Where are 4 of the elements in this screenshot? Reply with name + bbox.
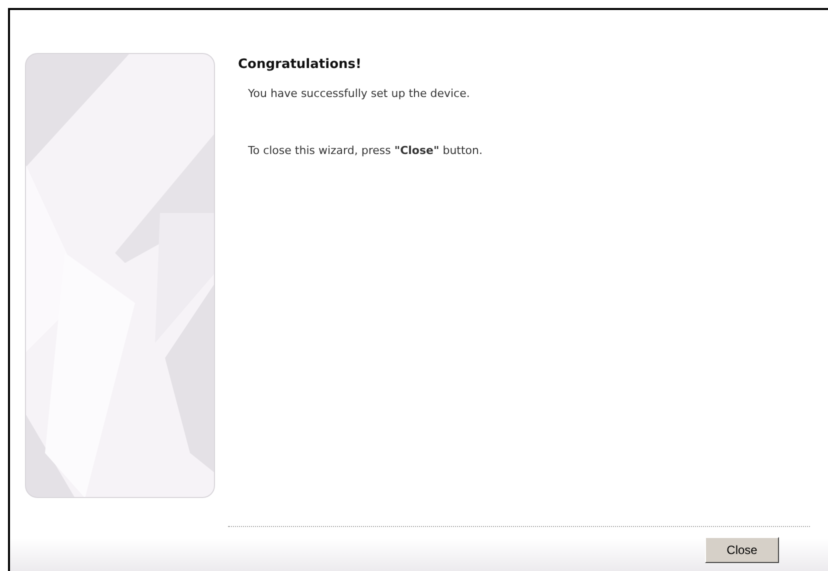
close-button[interactable]: Close (705, 537, 779, 563)
message-text: To close this wizard, press "Close" button. (248, 143, 484, 158)
message-text: You have successfully set up the device. (248, 86, 471, 101)
wizard-heading: Congratulations! (238, 56, 362, 74)
